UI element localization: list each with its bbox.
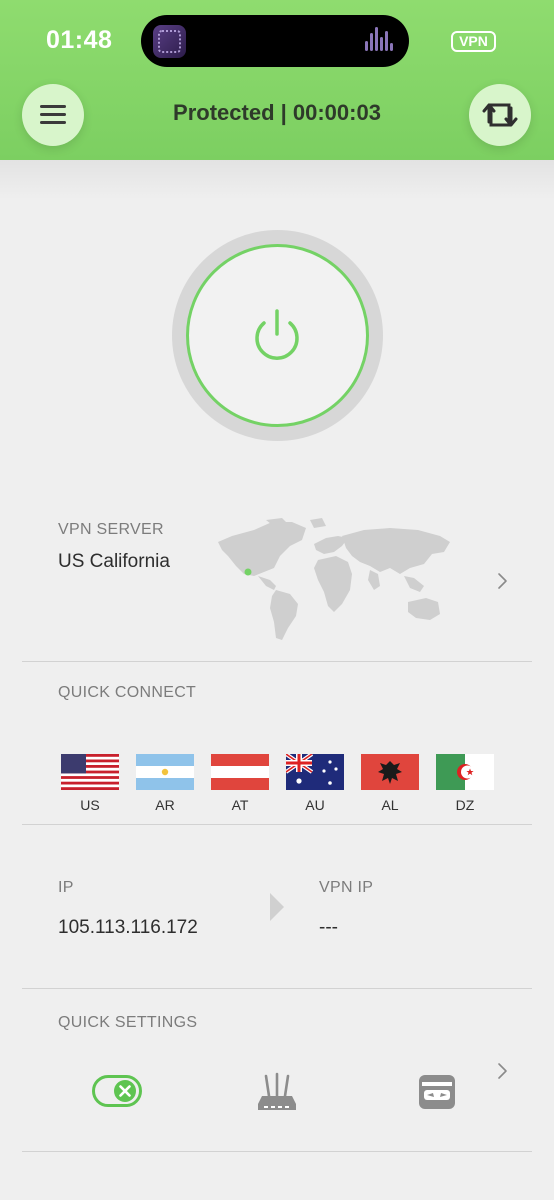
world-map bbox=[218, 518, 450, 640]
switch-protocol-button[interactable] bbox=[469, 84, 531, 146]
audio-waveform-icon bbox=[365, 27, 395, 54]
router-icon[interactable] bbox=[256, 1072, 298, 1112]
dz-flag-icon[interactable] bbox=[436, 754, 494, 790]
divider bbox=[22, 824, 532, 825]
country-code-ar: AR bbox=[155, 797, 175, 813]
al-flag-icon[interactable] bbox=[361, 754, 419, 790]
swap-icon bbox=[482, 103, 518, 127]
country-code-al: AL bbox=[381, 797, 399, 813]
au-flag-icon[interactable] bbox=[286, 754, 344, 790]
country-code-us: US bbox=[80, 797, 100, 813]
divider bbox=[22, 988, 532, 989]
quick-settings-chevron-icon[interactable] bbox=[494, 1061, 510, 1081]
quick-connect-label: QUICK CONNECT bbox=[58, 684, 197, 701]
now-playing-artwork bbox=[153, 25, 186, 58]
status-time: 01:48 bbox=[46, 26, 113, 54]
quick-settings-label: QUICK SETTINGS bbox=[58, 1014, 198, 1031]
vpn-server-chevron-icon[interactable] bbox=[494, 571, 510, 591]
country-code-dz: DZ bbox=[455, 797, 475, 813]
country-code-au: AU bbox=[305, 797, 325, 813]
vpn-server-label: VPN SERVER bbox=[58, 521, 164, 538]
ip-label: IP bbox=[58, 879, 74, 896]
vpn-ip-label: VPN IP bbox=[319, 879, 374, 896]
us-flag-icon[interactable] bbox=[61, 754, 119, 790]
dynamic-island bbox=[141, 15, 409, 67]
at-flag-icon[interactable] bbox=[211, 754, 269, 790]
ar-flag-icon[interactable] bbox=[136, 754, 194, 790]
vpn-status-badge: VPN bbox=[451, 31, 496, 52]
connection-status-title: Protected | 00:00:03 bbox=[173, 100, 381, 125]
vpn-server-value[interactable]: US California bbox=[58, 551, 170, 573]
power-icon bbox=[255, 309, 299, 360]
divider bbox=[22, 1151, 532, 1152]
header-shadow bbox=[0, 160, 554, 200]
vpn-ip-value: --- bbox=[319, 917, 338, 938]
ip-value: 105.113.116.172 bbox=[58, 917, 198, 938]
divider bbox=[22, 661, 532, 662]
incognito-icon[interactable] bbox=[419, 1075, 455, 1109]
arrow-right-icon bbox=[270, 893, 284, 921]
hamburger-icon bbox=[40, 105, 66, 125]
kill-switch-toggle-icon[interactable] bbox=[92, 1075, 142, 1107]
country-code-at: AT bbox=[231, 797, 249, 813]
menu-button[interactable] bbox=[22, 84, 84, 146]
